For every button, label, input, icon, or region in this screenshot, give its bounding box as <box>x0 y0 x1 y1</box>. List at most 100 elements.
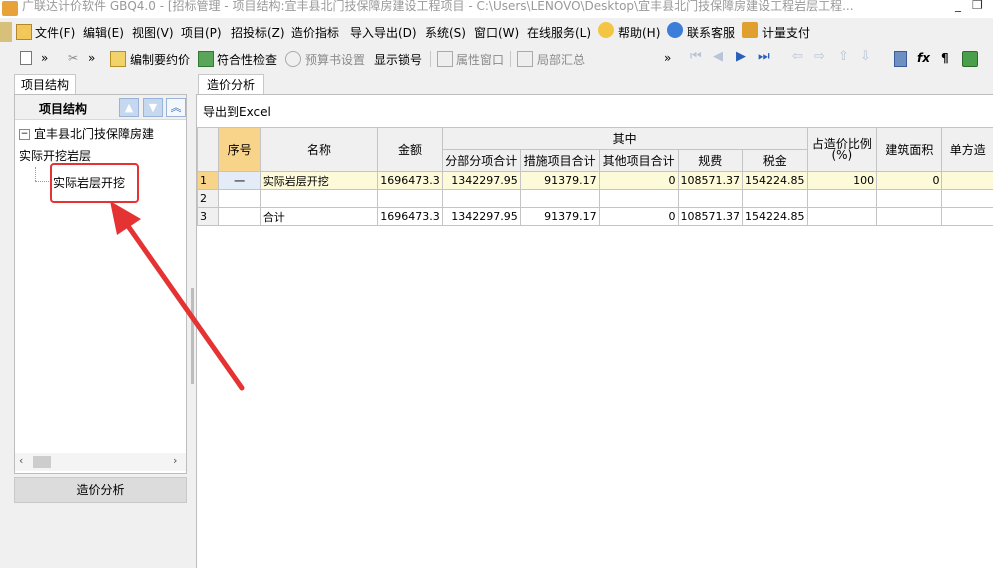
show-lock-button[interactable]: 显示锁号 <box>374 51 422 68</box>
cell-measures[interactable] <box>520 190 599 208</box>
menu-file[interactable]: 文件(F) <box>35 24 75 41</box>
menu-import-export[interactable]: 导入导出(D) <box>350 24 417 41</box>
cell-amount[interactable] <box>378 190 443 208</box>
cell-amount[interactable]: 1696473.3 <box>378 172 443 190</box>
column-header-others[interactable]: 其他项目合计 <box>599 150 678 172</box>
previous-record-icon[interactable]: ◀ <box>713 49 723 64</box>
tab-project-structure[interactable]: 项目结构 <box>14 74 76 95</box>
cut-icon[interactable]: ✂ <box>68 51 78 65</box>
collapse-button[interactable]: ︽ <box>166 98 186 117</box>
column-header-measures[interactable]: 措施项目合计 <box>520 150 599 172</box>
table-row[interactable]: 3 合计 1696473.3 1342297.95 91379.17 0 108… <box>198 208 993 226</box>
collapse-node-icon[interactable]: − <box>19 129 30 140</box>
cell-sub-items[interactable] <box>442 190 520 208</box>
edit-contract-price-button[interactable]: 编制要约价 <box>130 51 190 68</box>
move-left-icon[interactable]: ⇦ <box>792 49 803 64</box>
row-number[interactable]: 2 <box>198 190 219 208</box>
cell-others[interactable]: 0 <box>599 208 678 226</box>
partial-summary-button[interactable]: 局部汇总 <box>537 51 585 68</box>
move-down-icon[interactable]: ⇩ <box>860 49 871 64</box>
menu-project[interactable]: 项目(P) <box>181 24 222 41</box>
cell-others[interactable] <box>599 190 678 208</box>
cell-fees[interactable] <box>678 190 743 208</box>
cell-sub-items[interactable]: 1342297.95 <box>442 208 520 226</box>
cell-others[interactable]: 0 <box>599 172 678 190</box>
cube-icon[interactable] <box>962 51 978 67</box>
tree-root-node[interactable]: −宜丰县北门技保障房建 <box>19 125 154 142</box>
column-header-name[interactable]: 名称 <box>260 128 377 172</box>
cell-tax[interactable]: 154224.85 <box>743 172 808 190</box>
tab-cost-analysis[interactable]: 造价分析 <box>198 74 264 95</box>
cell-tax[interactable]: 154224.85 <box>743 208 808 226</box>
paragraph-button[interactable]: ¶ <box>941 51 949 65</box>
cell-unit-cost[interactable] <box>942 208 993 226</box>
cell-name[interactable]: 合计 <box>260 208 377 226</box>
cell-measures[interactable]: 91379.17 <box>520 208 599 226</box>
cell-seq[interactable] <box>219 190 260 208</box>
cell-sub-items[interactable]: 1342297.95 <box>442 172 520 190</box>
scroll-right-icon[interactable]: › <box>173 454 177 467</box>
column-header-seq[interactable]: 序号 <box>219 128 260 172</box>
calculator-icon[interactable] <box>894 51 907 67</box>
move-down-button[interactable]: ▼ <box>143 98 163 117</box>
cell-area[interactable]: 0 <box>877 172 942 190</box>
row-number[interactable]: 3 <box>198 208 219 226</box>
formula-button[interactable]: fx <box>917 51 930 65</box>
menu-cost-index[interactable]: 造价指标 <box>291 24 339 41</box>
column-header-ratio[interactable]: 占造价比例(%) <box>807 128 877 172</box>
new-file-icon[interactable] <box>20 51 32 65</box>
cell-ratio[interactable] <box>807 208 877 226</box>
first-record-icon[interactable]: ⏮ <box>690 49 702 64</box>
cell-fees[interactable]: 108571.37 <box>678 208 743 226</box>
cell-seq[interactable] <box>219 208 260 226</box>
menu-bidding[interactable]: 招投标(Z) <box>231 24 285 41</box>
cell-fees[interactable]: 108571.37 <box>678 172 743 190</box>
table-row[interactable]: 2 <box>198 190 993 208</box>
tree-node-level1[interactable]: 实际开挖岩层 <box>19 147 91 164</box>
menu-edit[interactable]: 编辑(E) <box>83 24 124 41</box>
cell-ratio[interactable] <box>807 190 877 208</box>
cell-tax[interactable] <box>743 190 808 208</box>
property-window-button[interactable]: 属性窗口 <box>456 51 504 68</box>
restore-button[interactable]: ❐ <box>972 0 983 12</box>
move-up-icon[interactable]: ⇧ <box>838 49 849 64</box>
cell-ratio[interactable]: 100 <box>807 172 877 190</box>
last-record-icon[interactable]: ⏭ <box>758 49 770 64</box>
table-row[interactable]: 1 一 实际岩层开挖 1696473.3 1342297.95 91379.17… <box>198 172 993 190</box>
column-header-fees[interactable]: 规费 <box>678 150 743 172</box>
column-header-area[interactable]: 建筑面积 <box>877 128 942 172</box>
move-right-icon[interactable]: ⇨ <box>814 49 825 64</box>
menu-system[interactable]: 系统(S) <box>425 24 466 41</box>
cell-amount[interactable]: 1696473.3 <box>378 208 443 226</box>
move-up-button[interactable]: ▲ <box>119 98 139 117</box>
toolbar-overflow[interactable]: » <box>41 51 48 65</box>
export-excel-button[interactable]: 导出到Excel <box>203 103 271 120</box>
cell-seq[interactable]: 一 <box>219 172 260 190</box>
cell-area[interactable] <box>877 190 942 208</box>
cell-area[interactable] <box>877 208 942 226</box>
next-record-icon[interactable]: ▶ <box>736 49 746 64</box>
scrollbar-thumb[interactable] <box>33 456 51 468</box>
cell-unit-cost[interactable] <box>942 172 993 190</box>
menu-help[interactable]: 帮助(H) <box>618 24 660 41</box>
scroll-left-icon[interactable]: ‹ <box>19 454 23 467</box>
compliance-check-button[interactable]: 符合性检查 <box>217 51 277 68</box>
cell-name[interactable] <box>260 190 377 208</box>
menu-measurement-payment[interactable]: 计量支付 <box>762 24 810 41</box>
cell-measures[interactable]: 91379.17 <box>520 172 599 190</box>
horizontal-scrollbar[interactable]: ‹ › <box>15 453 186 471</box>
column-header-unit-cost[interactable]: 单方造 <box>942 128 993 172</box>
cell-name[interactable]: 实际岩层开挖 <box>260 172 377 190</box>
column-header-tax[interactable]: 税金 <box>743 150 808 172</box>
row-number[interactable]: 1 <box>198 172 219 190</box>
toolbar-overflow-2[interactable]: » <box>88 51 95 65</box>
minimize-button[interactable]: _ <box>955 0 961 12</box>
menu-window[interactable]: 窗口(W) <box>474 24 519 41</box>
menu-customer-service[interactable]: 联系客服 <box>687 24 735 41</box>
cost-analysis-button[interactable]: 造价分析 <box>14 477 187 503</box>
menu-online-service[interactable]: 在线服务(L) <box>527 24 591 41</box>
budget-settings-button[interactable]: 预算书设置 <box>305 51 365 68</box>
document-icon[interactable] <box>16 24 32 40</box>
nav-toolbar-overflow[interactable]: » <box>664 51 671 65</box>
splitter-grip[interactable] <box>191 288 194 384</box>
